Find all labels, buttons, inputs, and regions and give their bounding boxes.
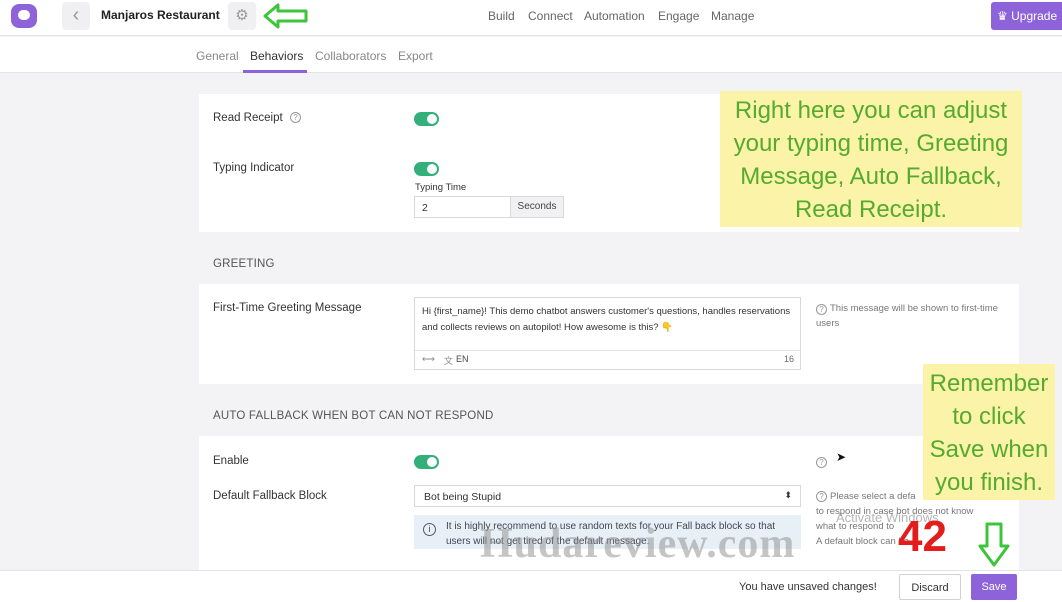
settings-tabs: General Behaviors Collaborators Export [0, 37, 1062, 73]
read-receipt-toggle[interactable] [414, 112, 439, 126]
app-logo-icon[interactable] [11, 4, 37, 28]
typing-indicator-toggle[interactable] [414, 162, 439, 176]
greeting-label: First-Time Greeting Message [213, 302, 362, 314]
upgrade-button[interactable]: ♛ Upgrade [991, 2, 1062, 30]
gear-icon[interactable]: ⚙ [228, 2, 256, 30]
help-icon[interactable]: ? [290, 112, 301, 123]
nav-manage[interactable]: Manage [711, 9, 754, 23]
note-line: you finish. [934, 469, 1044, 496]
fallback-block-value: Bot being Stupid [424, 491, 502, 503]
note-line: Remember [929, 370, 1049, 397]
red-number-annotation: 42 [898, 512, 947, 561]
greeting-message-text: Hi {first_name}! This demo chatbot answe… [422, 306, 791, 333]
note-line: Message, Auto Fallback, [740, 163, 1002, 190]
fallback-section-title: AUTO FALLBACK WHEN BOT CAN NOT RESPOND [213, 410, 494, 422]
footer-bar: You have unsaved changes! Discard Save [0, 570, 1062, 602]
expand-icon[interactable]: ⟷ [422, 354, 435, 365]
translate-icon[interactable]: 文 [444, 354, 453, 367]
fallback-enable-toggle[interactable] [414, 455, 439, 469]
greeting-section-title: GREETING [213, 258, 275, 270]
note-line: Save when [929, 436, 1049, 463]
lang-label[interactable]: EN [456, 354, 469, 364]
top-bar: ‹ Manjaros Restaurant ⚙ Build Connect Au… [0, 0, 1062, 36]
tab-behaviors[interactable]: Behaviors [250, 49, 303, 63]
bot-title: Manjaros Restaurant [101, 8, 220, 22]
nav-engage[interactable]: Engage [658, 9, 699, 23]
typing-time-input[interactable]: 2 [414, 196, 511, 218]
upgrade-label: Upgrade [1011, 9, 1058, 23]
select-caret-icon: ⬍ [784, 490, 792, 500]
note-line: Right here you can adjust [734, 97, 1008, 124]
back-button[interactable]: ‹ [62, 2, 90, 30]
note-line: Read Receipt. [794, 196, 948, 223]
enable-label: Enable [213, 455, 249, 467]
typing-indicator-label: Typing Indicator [213, 162, 295, 174]
active-tab-indicator [243, 70, 307, 73]
save-button[interactable]: Save [971, 574, 1017, 600]
tab-export[interactable]: Export [398, 49, 433, 63]
note-line: to click [952, 403, 1026, 430]
read-receipt-label: Read Receipt [213, 112, 283, 124]
fallback-hint-line-4: A default block can be [816, 536, 909, 547]
note-line: your typing time, Greeting [733, 130, 1009, 157]
nav-automation[interactable]: Automation [584, 9, 645, 23]
char-count: 16 [783, 354, 794, 364]
annotation-note-save: Remember to click Save when you finish. [923, 364, 1055, 500]
fallback-block-select[interactable]: Bot being Stupid ⬍ [414, 485, 801, 507]
info-icon: ? [816, 491, 827, 502]
mouse-cursor-icon: ➤ [836, 450, 847, 464]
seconds-addon: Seconds [510, 196, 564, 218]
divider [415, 350, 800, 351]
green-down-arrow-annotation-icon [978, 522, 1010, 567]
greeting-message-field[interactable]: Hi {first_name}! This demo chatbot answe… [414, 297, 801, 370]
watermark-text: Hudareview.com [480, 521, 796, 567]
discard-button[interactable]: Discard [899, 574, 961, 600]
nav-build[interactable]: Build [488, 9, 515, 23]
annotation-note-settings: Right here you can adjust your typing ti… [720, 91, 1022, 227]
green-arrow-annotation-icon [263, 3, 308, 29]
crown-icon: ♛ [997, 9, 1008, 23]
info-icon: ? [816, 457, 827, 468]
tab-collaborators[interactable]: Collaborators [315, 49, 386, 63]
fallback-hint-line-1: Please select a defa [830, 491, 916, 502]
typing-time-label: Typing Time [415, 182, 467, 193]
fallback-block-label: Default Fallback Block [213, 490, 327, 502]
nav-connect[interactable]: Connect [528, 9, 573, 23]
tab-general[interactable]: General [196, 49, 239, 63]
info-icon: i [423, 523, 436, 536]
greeting-hint: This message will be shown to first-time… [816, 303, 998, 329]
unsaved-changes-text: You have unsaved changes! [739, 581, 877, 593]
